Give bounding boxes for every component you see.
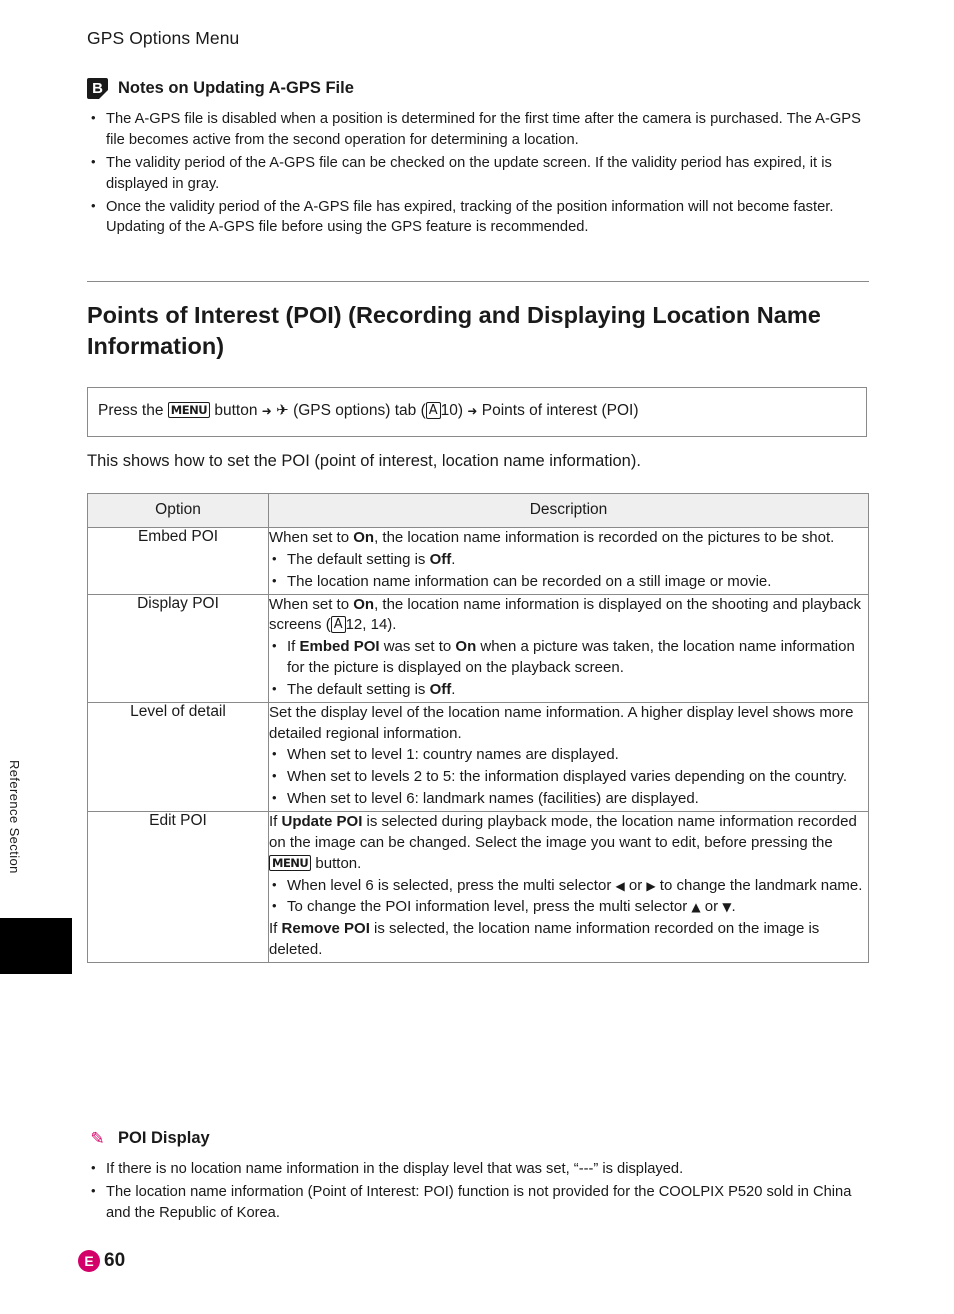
menu-path-box: Press the MENU button ➜ ✈ (GPS options) … bbox=[87, 387, 867, 437]
menu-path-prefix: Press the bbox=[98, 402, 164, 419]
column-header-description: Description bbox=[268, 493, 869, 528]
description-tail: If Remove POI is selected, the location … bbox=[269, 920, 820, 959]
intro-text: This shows how to set the POI (point of … bbox=[87, 452, 641, 470]
document-page: GPS Options Menu Reference Section B Not… bbox=[0, 0, 954, 1314]
list-item: The location name information can be rec… bbox=[269, 572, 868, 593]
menu-path-text: Press the MENU button ➜ ✈ (GPS options) … bbox=[98, 401, 639, 420]
list-item: The A-GPS file is disabled when a positi… bbox=[87, 109, 869, 151]
table-header-row: Option Description bbox=[87, 493, 869, 528]
description-list: The default setting is Off. The location… bbox=[269, 550, 868, 593]
list-item: Once the validity period of the A-GPS fi… bbox=[87, 197, 869, 239]
note-agps-title: Notes on Updating A-GPS File bbox=[118, 79, 354, 97]
list-item: The validity period of the A-GPS file ca… bbox=[87, 153, 869, 195]
up-arrow-icon: ▲ bbox=[691, 900, 701, 915]
page-ref-icon: A bbox=[425, 402, 441, 419]
options-table: Option Description Embed POI When set to… bbox=[87, 493, 869, 963]
note-poi-block: ✎ POI Display If there is no location na… bbox=[87, 1128, 877, 1226]
page-ref-icon: A bbox=[330, 616, 346, 634]
section-title: Points of Interest (POI) (Recording and … bbox=[87, 302, 821, 360]
option-description: When set to On, the location name inform… bbox=[268, 527, 869, 595]
page-header-title: GPS Options Menu bbox=[87, 28, 240, 48]
option-name: Level of detail bbox=[87, 701, 269, 812]
side-chapter-label: Reference Section bbox=[7, 760, 22, 874]
list-item: If Embed POI was set to On when a pictur… bbox=[269, 637, 868, 679]
list-item: The default setting is Off. bbox=[269, 680, 868, 701]
option-name: Edit POI bbox=[87, 810, 269, 963]
list-item: The location name information (Point of … bbox=[87, 1182, 877, 1224]
table-row: Edit POI If Update POI is selected durin… bbox=[87, 810, 869, 963]
pencil-icon: ✎ bbox=[90, 1129, 105, 1148]
description-lead: When set to On, the location name inform… bbox=[269, 595, 862, 634]
gps-options-icon: ✈ bbox=[276, 401, 289, 419]
list-item: The default setting is Off. bbox=[269, 550, 868, 571]
option-description: Set the display level of the location na… bbox=[268, 701, 869, 812]
page-number: 60 bbox=[104, 1250, 126, 1271]
menu-button-icon: MENU bbox=[269, 854, 312, 871]
list-item: To change the POI information level, pre… bbox=[269, 897, 868, 918]
page-footer: E 60 bbox=[78, 1250, 125, 1272]
section-badge: E bbox=[78, 1250, 100, 1272]
description-list: If Embed POI was set to On when a pictur… bbox=[269, 637, 868, 701]
gps-tab-label: (GPS options) tab ( bbox=[293, 402, 426, 419]
arrow-icon: ➜ bbox=[467, 404, 478, 418]
description-list: When set to level 1: country names are d… bbox=[269, 745, 868, 810]
note-poi-header: ✎ POI Display bbox=[87, 1128, 877, 1149]
note-poi-title: POI Display bbox=[118, 1129, 210, 1147]
option-description: If Update POI is selected during playbac… bbox=[268, 810, 869, 963]
table-row: Display POI When set to On, the location… bbox=[87, 593, 869, 703]
right-arrow-icon: ▶ bbox=[646, 878, 656, 893]
table-row: Level of detail Set the display level of… bbox=[87, 701, 869, 812]
page-ref-number: 10) bbox=[440, 402, 464, 419]
side-chapter-tab bbox=[0, 918, 72, 974]
description-lead: If Update POI is selected during playbac… bbox=[269, 812, 857, 872]
description-lead: When set to On, the location name inform… bbox=[269, 529, 835, 546]
divider bbox=[87, 281, 869, 282]
menu-button-icon: MENU bbox=[167, 402, 211, 418]
table-row: Embed POI When set to On, the location n… bbox=[87, 527, 869, 595]
list-item: When set to levels 2 to 5: the informati… bbox=[269, 767, 868, 788]
left-arrow-icon: ◀ bbox=[615, 878, 625, 893]
note-agps-list: The A-GPS file is disabled when a positi… bbox=[87, 109, 869, 238]
down-arrow-icon: ▼ bbox=[722, 900, 732, 915]
note-agps-header: B Notes on Updating A-GPS File bbox=[87, 78, 869, 99]
arrow-icon: ➜ bbox=[261, 404, 272, 418]
option-description: When set to On, the location name inform… bbox=[268, 593, 869, 703]
list-item: When set to level 1: country names are d… bbox=[269, 745, 868, 766]
menu-path-final: Points of interest (POI) bbox=[481, 402, 639, 419]
option-name: Embed POI bbox=[87, 527, 269, 595]
list-item: When set to level 6: landmark names (fac… bbox=[269, 789, 868, 810]
list-item: If there is no location name information… bbox=[87, 1159, 877, 1180]
option-name: Display POI bbox=[87, 593, 269, 703]
description-list: When level 6 is selected, press the mult… bbox=[269, 876, 868, 919]
description-lead: Set the display level of the location na… bbox=[269, 703, 854, 742]
list-item: When level 6 is selected, press the mult… bbox=[269, 876, 868, 897]
menu-path-after: button bbox=[214, 402, 258, 419]
caution-icon: B bbox=[87, 78, 108, 99]
column-header-option: Option bbox=[87, 493, 269, 528]
note-agps-block: B Notes on Updating A-GPS File The A-GPS… bbox=[87, 78, 869, 240]
note-poi-list: If there is no location name information… bbox=[87, 1159, 877, 1224]
